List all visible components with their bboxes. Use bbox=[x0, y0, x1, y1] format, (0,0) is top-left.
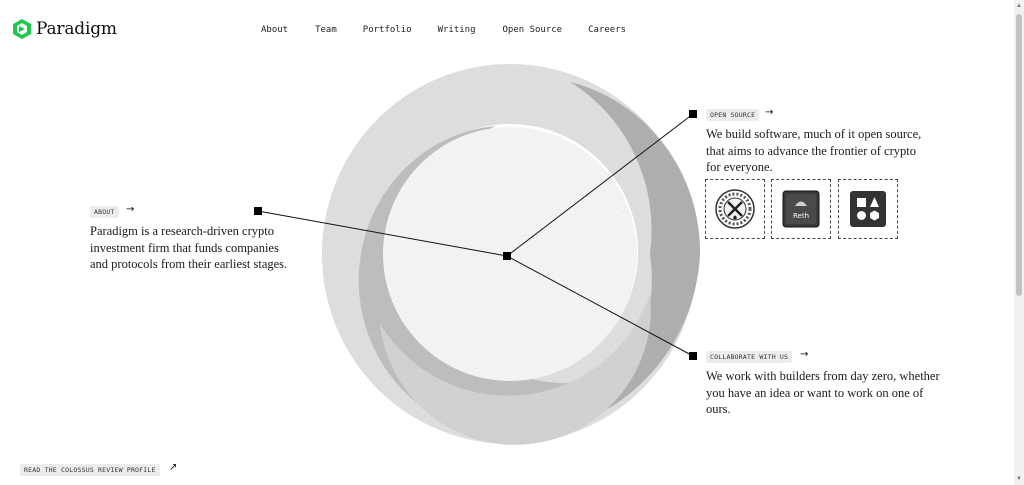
reth-label: Reth bbox=[793, 212, 809, 220]
scroll-up-icon[interactable]: ▲ bbox=[1015, 2, 1023, 10]
reth-icon: Reth bbox=[782, 190, 820, 228]
open-source-tag[interactable]: OPEN SOURCE bbox=[706, 109, 760, 121]
external-arrow-icon[interactable]: ↗ bbox=[169, 462, 177, 473]
scroll-down-icon[interactable]: ▼ bbox=[1015, 475, 1023, 483]
shapes-icon bbox=[850, 191, 886, 227]
open-source-description: We build software, much of it open sourc… bbox=[706, 127, 922, 174]
about-tag[interactable]: ABOUT bbox=[90, 206, 119, 218]
colossus-profile-link[interactable]: READ THE COLOSSUS REVIEW PROFILE bbox=[20, 464, 160, 476]
collaborate-arrow-icon[interactable]: → bbox=[800, 349, 808, 360]
scrollbar[interactable]: ▲ ▼ bbox=[1014, 0, 1024, 485]
collaborate-description: We work with builders from day zero, whe… bbox=[706, 369, 940, 416]
collaborate-tag[interactable]: COLLABORATE WITH US bbox=[706, 351, 793, 363]
open-source-arrow-icon[interactable]: → bbox=[765, 107, 773, 118]
about-description: Paradigm is a research-driven crypto inv… bbox=[90, 224, 288, 271]
foundry-icon bbox=[715, 189, 755, 229]
project-shapes[interactable] bbox=[838, 179, 898, 239]
about-arrow-icon[interactable]: → bbox=[126, 204, 134, 215]
scroll-thumb[interactable] bbox=[1016, 14, 1022, 296]
project-foundry[interactable] bbox=[705, 179, 765, 239]
project-reth[interactable]: Reth bbox=[771, 179, 831, 239]
